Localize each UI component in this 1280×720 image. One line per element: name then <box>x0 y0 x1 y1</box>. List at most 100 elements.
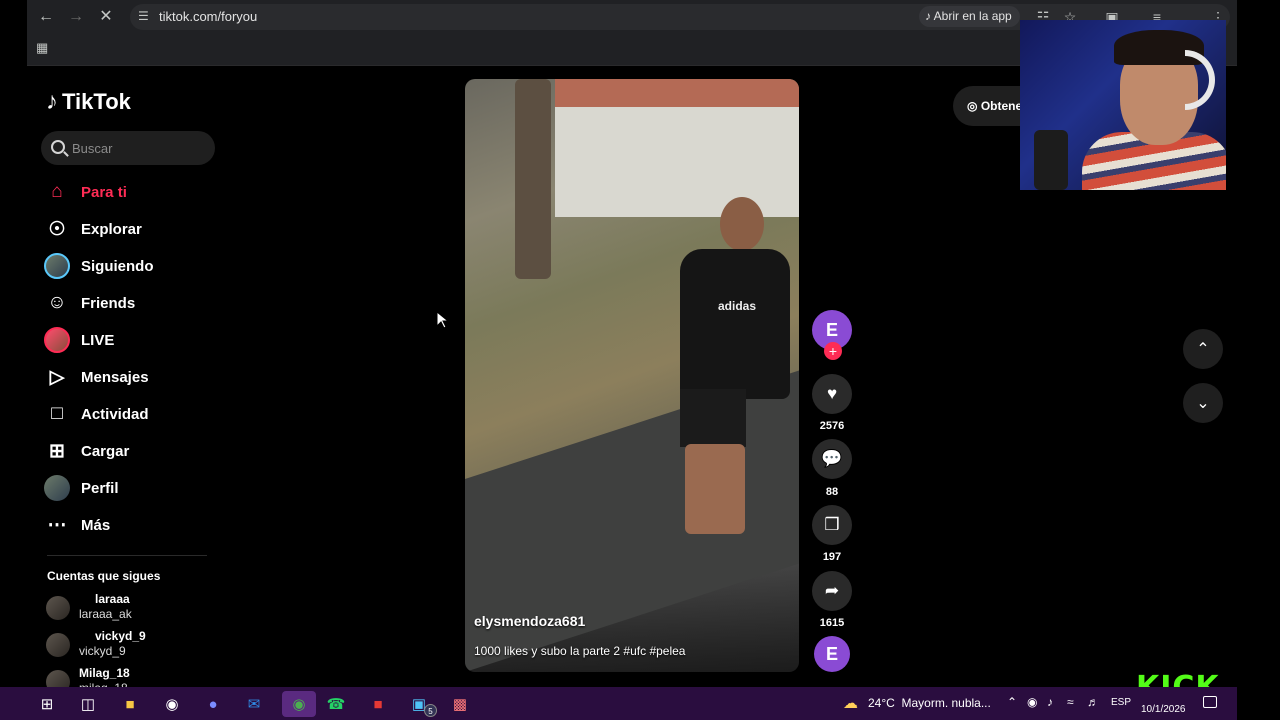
like-count: 2576 <box>819 420 845 432</box>
nav-live[interactable]: LIVE <box>44 323 214 357</box>
chevron-down-icon: ⌄ <box>1196 395 1210 412</box>
nav-mensajes[interactable]: ▷ Mensajes <box>44 360 214 394</box>
file-explorer-icon[interactable]: ■ <box>117 691 143 717</box>
site-settings-icon[interactable]: ☰ <box>138 9 149 23</box>
nav-label: Friends <box>81 294 136 312</box>
brand-text: TikTok <box>62 89 131 114</box>
compass-icon: ☉ <box>48 218 66 240</box>
profile-avatar <box>44 475 70 501</box>
wifi-icon[interactable]: ≈ <box>1067 695 1074 709</box>
comment-count: 88 <box>825 486 839 498</box>
tiktok-logo[interactable]: ♪ TikTok <box>46 88 131 116</box>
weather-widget[interactable]: 24°C Mayorm. nubla... <box>868 696 991 710</box>
video-scene-building <box>555 107 799 217</box>
nav-actividad[interactable]: □ Actividad <box>44 397 214 431</box>
previous-video-button[interactable]: ⌃ <box>1183 329 1223 369</box>
account-name: laraaa <box>95 592 130 606</box>
share-icon: ➦ <box>824 581 840 600</box>
live-avatar <box>44 327 70 353</box>
video-scene-person-shirt <box>680 249 790 399</box>
task-view-icon[interactable]: ◫ <box>75 691 101 717</box>
nav-cargar[interactable]: ⊞ Cargar <box>44 434 214 468</box>
video-author[interactable]: elysmendoza681 <box>474 613 585 629</box>
weather-text: Mayorm. nubla... <box>901 696 991 710</box>
language-indicator[interactable]: ESP <box>1111 697 1131 708</box>
weather-cloud-icon[interactable]: ☁ <box>843 694 858 712</box>
taskbar-edge <box>0 687 27 720</box>
obs-icon[interactable]: ◉ <box>159 691 185 717</box>
discord-icon[interactable]: ● <box>200 691 226 717</box>
nav-mas[interactable]: ⋯ Más <box>44 508 214 542</box>
wps-office-icon[interactable]: ■ <box>365 691 391 717</box>
search-icon[interactable] <box>51 140 65 154</box>
save-count: 197 <box>822 551 842 563</box>
music-avatar[interactable]: E <box>814 636 850 672</box>
following-section-title: Cuentas que sigues <box>47 569 161 583</box>
video-scene-person-shorts <box>680 389 746 447</box>
nav-explorar[interactable]: ☉ Explorar <box>44 212 214 246</box>
video-scene-roof <box>555 79 799 107</box>
nav-friends[interactable]: ☺ Friends <box>44 286 214 320</box>
search-input[interactable] <box>72 139 207 157</box>
home-icon: ⌂ <box>51 181 63 202</box>
get-app-icon: ◎ <box>967 99 981 113</box>
nav-label: Más <box>81 516 111 534</box>
video-player[interactable]: adidas <box>465 79 799 672</box>
like-button[interactable]: ♥ <box>812 374 852 414</box>
chrome-icon[interactable]: ◉ <box>282 691 316 717</box>
following-item[interactable]: Milag_18 milag_18 <box>46 666 216 687</box>
windows-start-icon[interactable]: ⊞ <box>34 691 60 717</box>
weather-temp: 24°C <box>868 696 895 710</box>
video-scene-person-head <box>720 197 764 251</box>
upload-icon: ⊞ <box>49 440 65 462</box>
nav-siguiendo[interactable]: Siguiendo <box>44 249 214 283</box>
nav-label: Explorar <box>81 220 142 238</box>
taskbar-date[interactable]: 10/1/2026 <box>1141 704 1186 715</box>
open-in-app-button[interactable]: ♪ Abrir en la app <box>919 6 1020 27</box>
outlook-icon[interactable]: ✉ <box>241 691 267 717</box>
volume-icon[interactable]: ♬ <box>1087 695 1099 709</box>
save-button[interactable]: ❒ <box>812 505 852 545</box>
account-handle: laraaa_ak <box>79 607 132 621</box>
nav-perfil[interactable]: Perfil <box>44 471 214 505</box>
nav-label: Perfil <box>81 479 119 497</box>
recorder-icon[interactable]: ▩ <box>447 691 473 717</box>
bookmark-icon: ❒ <box>824 515 840 534</box>
taskbar-badge: 5 <box>424 704 437 717</box>
tray-app-icon[interactable]: ◉ <box>1027 695 1037 709</box>
chevron-up-icon: ⌃ <box>1196 341 1210 358</box>
nav-label: Para ti <box>81 183 127 201</box>
nav-para-ti[interactable]: ⌂ Para ti <box>44 175 214 209</box>
nav-label: Cargar <box>81 442 130 460</box>
url-text[interactable]: tiktok.com/foryou <box>159 9 257 24</box>
video-scene-tree <box>515 79 551 279</box>
follow-plus-icon[interactable]: + <box>824 342 842 360</box>
microphone-icon <box>1034 130 1068 190</box>
tray-chevron-up-icon[interactable]: ⌃ <box>1007 695 1017 709</box>
following-item[interactable]: vickyd_9 vickyd_9 <box>46 629 216 665</box>
following-avatar <box>44 253 70 279</box>
headphones-icon <box>1185 50 1215 110</box>
comment-icon: 💬 <box>821 449 843 468</box>
nav-label: LIVE <box>81 331 115 349</box>
forward-icon[interactable]: → <box>66 7 86 27</box>
whatsapp-icon[interactable]: ☎ <box>323 691 349 717</box>
account-avatar <box>46 596 70 620</box>
account-name: vickyd_9 <box>95 629 146 643</box>
notifications-icon[interactable] <box>1203 696 1217 708</box>
activity-icon: □ <box>51 403 63 424</box>
following-item[interactable]: laraaa laraaa_ak <box>46 592 216 628</box>
microphone-tray-icon[interactable]: ♪ <box>1047 695 1053 709</box>
comment-button[interactable]: 💬 <box>812 439 852 479</box>
stop-loading-icon[interactable]: ✕ <box>96 7 116 27</box>
video-shirt-logo: adidas <box>717 299 756 313</box>
back-icon[interactable]: ← <box>36 7 56 27</box>
share-count: 1615 <box>819 617 845 629</box>
share-button[interactable]: ➦ <box>812 571 852 611</box>
account-avatar <box>46 633 70 657</box>
nav-label: Actividad <box>81 405 149 423</box>
next-video-button[interactable]: ⌄ <box>1183 383 1223 423</box>
friends-icon: ☺ <box>47 292 67 313</box>
apps-grid-icon[interactable]: ▦ <box>36 40 48 56</box>
send-icon: ▷ <box>49 366 65 388</box>
